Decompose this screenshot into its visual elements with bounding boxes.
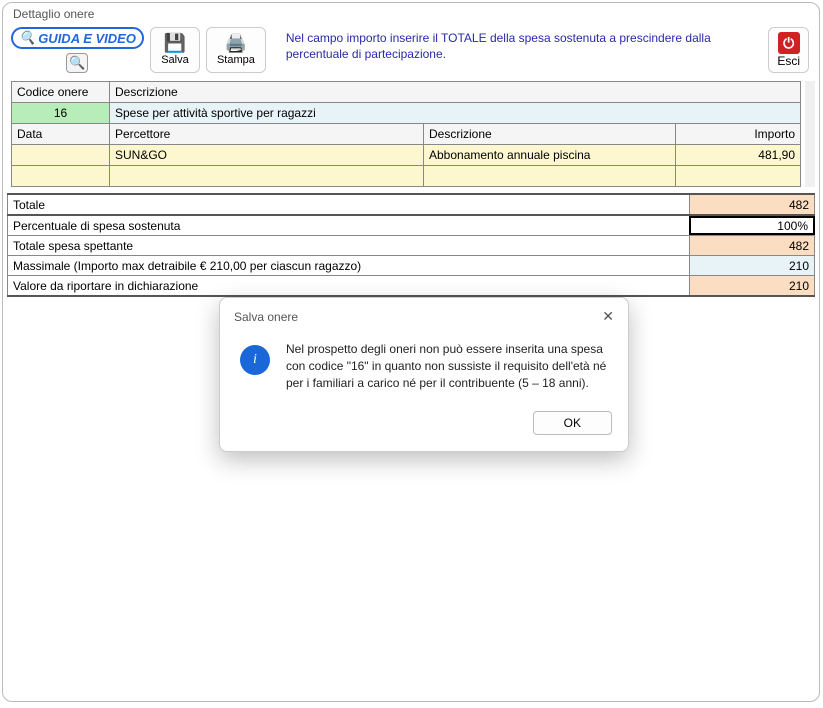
codice-value[interactable]: 16 [11, 103, 109, 123]
header-row-1: Codice onere Descrizione [11, 82, 801, 103]
dialog-footer: OK [220, 405, 628, 451]
hdr-descrizione: Descrizione [109, 82, 801, 102]
spettante-row: Totale spesa spettante 482 [7, 236, 815, 256]
totale-row: Totale 482 [7, 195, 815, 216]
dialog-ok-button[interactable]: OK [533, 411, 612, 435]
massimale-value: 210 [689, 256, 815, 275]
dialog-close-button[interactable]: ✕ [602, 308, 614, 325]
print-icon: 🖨️ [225, 34, 247, 52]
valore-value: 210 [689, 276, 815, 295]
dialog-body: i Nel prospetto degli oneri non può esse… [220, 331, 628, 405]
grid: Codice onere Descrizione 16 Spese per at… [11, 81, 801, 187]
hdr-codice: Codice onere [11, 82, 109, 102]
perc-value[interactable]: 100% [689, 216, 815, 235]
spettante-value: 482 [689, 236, 815, 255]
empty-row [11, 166, 801, 187]
descrizione-value[interactable]: Spese per attività sportive per ragazzi [109, 103, 801, 123]
hdr-data: Data [11, 124, 109, 144]
esci-label: Esci [777, 54, 800, 68]
perc-label: Percentuale di spesa sostenuta [7, 216, 689, 235]
data-value[interactable] [11, 145, 109, 165]
esci-button[interactable]: ⏻ Esci [768, 27, 809, 73]
toolbar-hint: Nel campo importo inserire il TOTALE del… [272, 27, 762, 62]
dettaglio-onere-window: Dettaglio onere 🔍 GUIDA E VIDEO 🔍 💾 Salv… [2, 2, 820, 702]
importo-value[interactable]: 481,90 [675, 145, 801, 165]
empty-data[interactable] [11, 166, 109, 186]
summary: Totale 482 Percentuale di spesa sostenut… [7, 193, 815, 297]
empty-desc[interactable] [423, 166, 675, 186]
data-row-1: 16 Spese per attività sportive per ragaz… [11, 103, 801, 124]
descrizione2-value[interactable]: Abbonamento annuale piscina [423, 145, 675, 165]
scrollbar[interactable] [805, 81, 815, 187]
totale-label: Totale [7, 195, 689, 214]
valore-label: Valore da riportare in dichiarazione [7, 276, 689, 295]
hdr-descrizione2: Descrizione [423, 124, 675, 144]
empty-perc[interactable] [109, 166, 423, 186]
window-title: Dettaglio onere [3, 3, 819, 25]
salva-label: Salva [161, 54, 189, 66]
guida-group: 🔍 GUIDA E VIDEO 🔍 [11, 27, 144, 73]
zoom-button[interactable]: 🔍 [66, 53, 88, 73]
salva-button[interactable]: 💾 Salva [150, 27, 200, 73]
guida-video-button[interactable]: 🔍 GUIDA E VIDEO [11, 27, 144, 49]
save-icon: 💾 [164, 34, 186, 52]
percettore-value[interactable]: SUN&GO [109, 145, 423, 165]
hdr-importo: Importo [675, 124, 801, 144]
stampa-button[interactable]: 🖨️ Stampa [206, 27, 266, 73]
hdr-percettore: Percettore [109, 124, 423, 144]
salva-onere-dialog: Salva onere ✕ i Nel prospetto degli oner… [219, 297, 629, 452]
massimale-row: Massimale (Importo max detraibile € 210,… [7, 256, 815, 276]
perc-row: Percentuale di spesa sostenuta 100% [7, 216, 815, 236]
dialog-message: Nel prospetto degli oneri non può essere… [286, 341, 608, 391]
guida-label: GUIDA E VIDEO [38, 31, 136, 46]
totale-value: 482 [689, 195, 815, 214]
valore-row: Valore da riportare in dichiarazione 210 [7, 276, 815, 297]
empty-imp[interactable] [675, 166, 801, 186]
stampa-label: Stampa [217, 54, 255, 66]
info-icon: i [240, 345, 270, 375]
massimale-label: Massimale (Importo max detraibile € 210,… [7, 256, 689, 275]
dialog-titlebar: Salva onere ✕ [220, 298, 628, 331]
magnify-icon: 🔍 [69, 55, 85, 71]
data-row-2: SUN&GO Abbonamento annuale piscina 481,9… [11, 145, 801, 166]
header-row-2: Data Percettore Descrizione Importo [11, 124, 801, 145]
search-icon: 🔍 [19, 30, 35, 46]
spettante-label: Totale spesa spettante [7, 236, 689, 255]
toolbar: 🔍 GUIDA E VIDEO 🔍 💾 Salva 🖨️ Stampa Nel … [3, 25, 819, 81]
dialog-title: Salva onere [234, 310, 298, 324]
power-icon: ⏻ [778, 32, 800, 54]
